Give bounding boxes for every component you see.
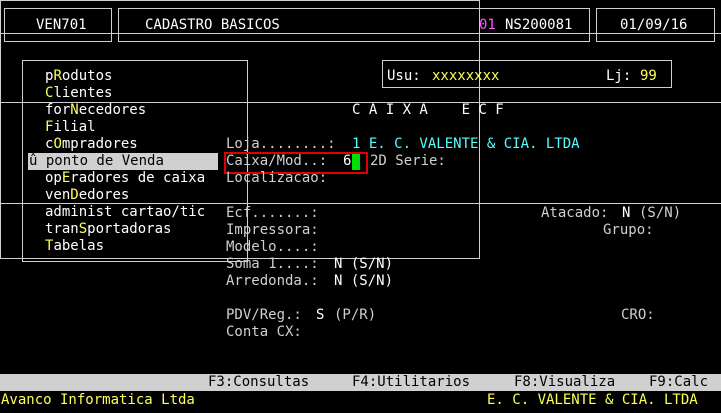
loja-value[interactable]: 1 E. C. VALENTE & CIA. LTDA [352,136,580,153]
menu-item[interactable]: Filial [45,119,96,136]
menu-item-text: lientes [53,85,113,101]
f3-consultas-key[interactable]: F3:Consultas [208,374,309,391]
pdv-label: PDV/Reg.: [226,307,302,323]
menu-item[interactable]: Tabelas [45,238,104,255]
screen-title: CADASTRO BASICOS [145,17,280,33]
menu-item-text: for [45,102,71,118]
conta-label: Conta CX: [226,324,302,340]
store-label: Lj: [606,68,632,84]
menu-item-hotkey: N [70,102,79,118]
menu-item[interactable]: administ cartao/tic [45,204,205,221]
grupo-label: Grupo: [603,222,654,238]
menu-item-text: ecedores [78,102,147,118]
menu-item[interactable]: tranSportadoras [45,221,171,238]
arredonda-value[interactable]: N (S/N) [334,273,393,290]
soma-value[interactable]: N (S/N) [334,256,393,273]
menu-item[interactable]: cOmpradores [45,136,138,153]
menu-item-text: administ cartao/tic [45,204,206,220]
program-code: VEN701 [36,17,87,33]
menu-item[interactable]: venDedores [45,187,129,204]
vendor-name: Avanco Informatica Ltda [1,392,195,408]
current-date: 01/09/16 [620,17,688,33]
menu-item-text: mpradores [61,136,138,152]
atacado-hint: (S/N) [639,205,682,221]
terminal-id: NS200081 [505,17,573,33]
menu-item-text: ilial [53,119,96,135]
menu-item-text: op [45,170,62,186]
f4-utilitarios-key[interactable]: F4:Utilitarios [352,374,470,391]
menu-item-text: tran [45,221,79,237]
soma-label: Soma 1....: [226,256,319,272]
f8-visualiza-key[interactable]: F8:Visualiza [514,374,615,391]
atacado-value[interactable]: N [622,205,630,222]
menu-item-text: abelas [53,238,105,254]
menu-item-text: edores [78,187,130,203]
menu-item-text: odutos [61,68,113,84]
menu-item[interactable]: pRodutos [45,68,112,85]
cro-label: CRO: [621,307,655,323]
impressora-label: Impressora: [226,222,319,238]
menu-item-hotkey: D [70,187,79,203]
menu-item[interactable]: opEradores de caixa [45,170,205,187]
serie-label: 2D Serie: [370,153,446,169]
ecf-label: Ecf.......: [226,205,319,221]
menu-item-hotkey: S [78,221,88,237]
f9-calc-key[interactable]: F9:Calc [649,374,708,391]
modelo-label: Modelo....: [226,239,319,255]
store-value: 99 [640,68,657,84]
company-code: 01 [479,17,496,33]
menu-item[interactable]: Clientes [45,85,112,102]
user-label: Usu: [387,68,421,84]
dialog-title: C A I X A E C F [352,102,504,118]
menu-item-text: enda [130,153,164,169]
pdv-value[interactable]: S [316,307,324,324]
menu-item-text: radores de caixa [70,170,206,186]
localizacao-label: Localizacao: [226,170,328,186]
menu-item-hotkey: O [53,136,62,152]
arredonda-label: Arredonda.: [226,273,319,289]
menu-item-hotkey: R [53,68,62,84]
menu-item-text: û ponto de [29,153,122,169]
menu-item-text: ven [45,187,71,203]
atacado-label: Atacado: [541,205,609,221]
user-value: xxxxxxxx [432,68,500,84]
menu-item-hotkey: V [121,153,131,169]
menu-item[interactable]: û ponto de Venda [29,153,164,170]
company-name: E. C. VALENTE & CIA. LTDA [487,392,698,408]
dialog-divider [0,203,721,204]
menu-item[interactable]: forNecedores [45,102,146,119]
pdv-hint: (P/R) [334,307,377,323]
loja-label: Loja........: [226,136,336,152]
menu-item-text: portadoras [87,221,172,237]
dialog-divider [0,33,721,34]
